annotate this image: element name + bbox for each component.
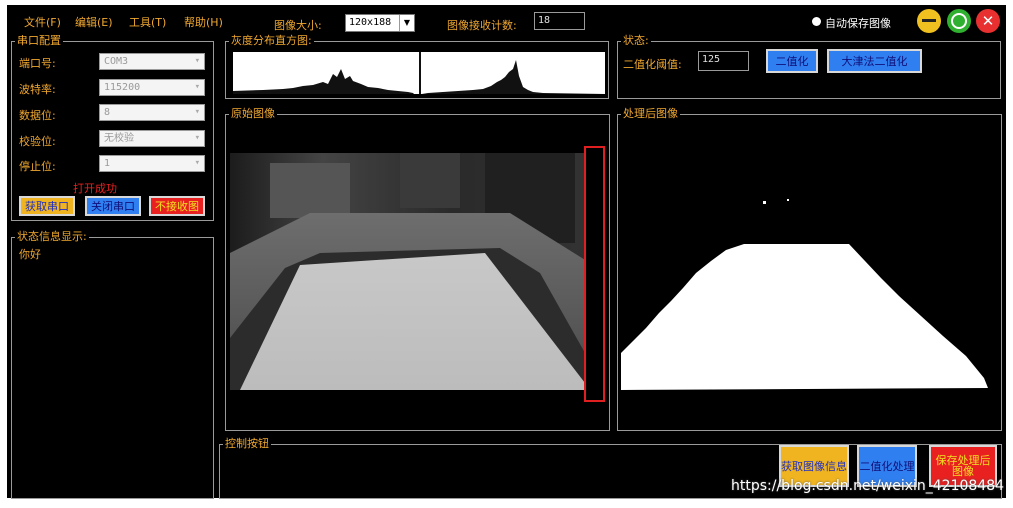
- stop-receive-button[interactable]: 不接收图: [149, 196, 205, 216]
- chevron-down-icon: ▾: [194, 82, 200, 92]
- camera-frame-image: [230, 153, 599, 390]
- chevron-down-icon: ▾: [194, 107, 200, 117]
- recv-count-label: 图像接收计数:: [447, 19, 517, 32]
- original-image: [230, 153, 599, 390]
- close-icon: ✕: [981, 12, 995, 30]
- image-size-label: 图像大小:: [274, 19, 322, 32]
- histogram-plot: [233, 52, 605, 94]
- histogram-title: 灰度分布直方图:: [231, 34, 312, 47]
- recv-count-field: 18: [534, 12, 585, 30]
- baud-select[interactable]: 115200 ▾: [99, 79, 205, 96]
- port-label: 端口号:: [19, 57, 56, 70]
- app-window: 文件(F) 编辑(E) 工具(T) 帮助(H) 图像大小: 120x188 ▼ …: [7, 5, 1006, 499]
- image-size-value: 120x188: [349, 17, 392, 28]
- histogram-curve: [233, 52, 605, 94]
- processed-image: [621, 153, 991, 398]
- chevron-down-icon: ▾: [194, 56, 200, 66]
- close-button[interactable]: ✕: [976, 9, 1000, 33]
- close-port-button[interactable]: 关闭串口: [85, 196, 141, 216]
- highlight-box: [584, 146, 605, 402]
- watermark-text: https://blog.csdn.net/weixin_42108484: [731, 478, 1005, 494]
- menu-edit[interactable]: 编辑(E): [75, 14, 113, 30]
- otsu-binarize-button[interactable]: 大津法二值化: [827, 49, 922, 73]
- port-select[interactable]: COM3 ▾: [99, 53, 205, 70]
- parity-label: 校验位:: [19, 135, 56, 148]
- no-entry-icon: [951, 13, 967, 29]
- stop-bits-select[interactable]: 1 ▾: [99, 155, 205, 172]
- chevron-down-icon: ▾: [194, 133, 200, 143]
- status-info-title: 状态信息显示:: [17, 230, 87, 243]
- menu-file[interactable]: 文件(F): [24, 14, 61, 30]
- data-bits-label: 数据位:: [19, 109, 56, 122]
- control-title: 控制按钮: [225, 437, 269, 450]
- serial-config-title: 串口配置: [17, 34, 61, 47]
- binary-track-shape: [621, 244, 988, 390]
- status-info-panel: 状态信息显示:: [11, 231, 214, 499]
- chevron-down-icon: ▾: [194, 158, 200, 168]
- threshold-label: 二值化阈值:: [623, 58, 682, 71]
- menu-help[interactable]: 帮助(H): [184, 14, 223, 30]
- state-title: 状态:: [623, 34, 649, 47]
- get-port-button[interactable]: 获取串口: [19, 196, 75, 216]
- status-info-text: 你好: [19, 248, 41, 261]
- baud-label: 波特率:: [19, 83, 56, 96]
- data-bits-select[interactable]: 8 ▾: [99, 104, 205, 121]
- chevron-down-icon[interactable]: ▼: [399, 15, 414, 31]
- menu-tools[interactable]: 工具(T): [129, 14, 166, 30]
- parity-select[interactable]: 无校验 ▾: [99, 130, 205, 147]
- binarize-button[interactable]: 二值化: [766, 49, 818, 73]
- processed-image-title: 处理后图像: [623, 107, 678, 120]
- minimize-icon: [922, 19, 936, 22]
- auto-save-radio[interactable]: [812, 17, 821, 26]
- serial-status-text: 打开成功: [73, 182, 117, 195]
- stop-bits-label: 停止位:: [19, 160, 56, 173]
- minimize-button[interactable]: [917, 9, 941, 33]
- maximize-button[interactable]: [947, 9, 971, 33]
- original-image-title: 原始图像: [231, 107, 275, 120]
- threshold-input[interactable]: 125: [698, 51, 749, 71]
- auto-save-label: 自动保存图像: [825, 17, 891, 30]
- binary-image: [621, 199, 988, 390]
- histogram-chart: [233, 52, 605, 94]
- image-size-select[interactable]: 120x188 ▼: [345, 14, 415, 32]
